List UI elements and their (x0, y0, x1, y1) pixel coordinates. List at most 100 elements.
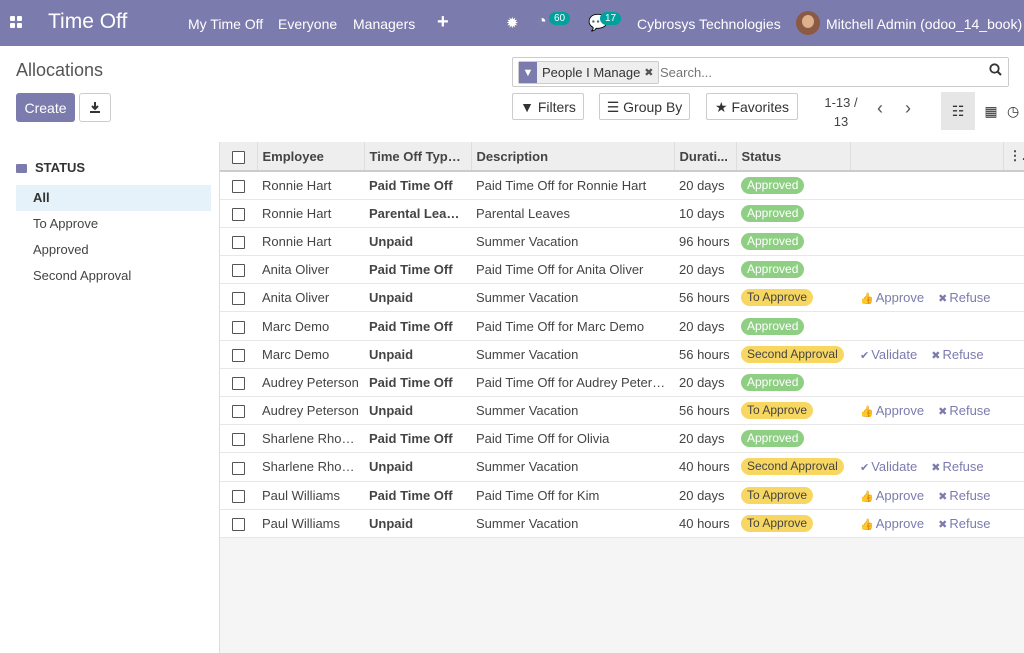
row-select-cell[interactable] (220, 283, 257, 313)
status-cell: Approved (736, 171, 850, 200)
table-row[interactable]: Ronnie Hart Parental Leaves Parental Leave… (220, 199, 1024, 228)
debug-bug-icon[interactable]: ✹ (506, 14, 519, 32)
column-status[interactable]: Status (736, 142, 851, 172)
pager-next-icon[interactable]: › (905, 98, 911, 119)
search-input[interactable] (660, 62, 980, 82)
row-checkbox[interactable] (232, 405, 245, 419)
row-select-cell[interactable] (220, 340, 257, 369)
column-description[interactable]: Description (471, 142, 675, 172)
row-checkbox[interactable] (232, 292, 245, 306)
status-cell: Approved (736, 255, 850, 285)
approve-button[interactable]: 👍 Approve (860, 290, 924, 305)
row-checkbox[interactable] (232, 489, 245, 503)
table-row[interactable]: Marc Demo Unpaid Summer Vacation 56 hours Se… (220, 340, 1024, 369)
apps-menu-icon[interactable] (10, 16, 24, 30)
row-trailing-cell (1003, 481, 1024, 510)
row-checkbox[interactable] (232, 179, 245, 193)
activity-clock-icon[interactable]: ◔ (537, 13, 547, 31)
table-row[interactable]: Paul Williams Unpaid Summer Vacation 40 hou… (220, 509, 1024, 538)
group-by-button[interactable]: ☰ Group By (599, 93, 690, 120)
activity-view-icon[interactable]: ◷ (1007, 92, 1024, 130)
table-row[interactable]: Audrey Peterson Paid Time Off Paid Time Of… (220, 368, 1024, 398)
row-select-cell[interactable] (220, 368, 257, 398)
approve-button[interactable]: 👍 Approve (860, 403, 924, 418)
time-off-type-cell: Paid Time Off (364, 368, 471, 398)
menu-my-time-off[interactable]: My Time Off (188, 16, 263, 32)
time-off-type-cell: Paid Time Off (364, 424, 471, 454)
kanban-view-icon[interactable]: ▦ (974, 92, 1008, 130)
user-menu[interactable]: Mitchell Admin (odoo_14_book) (826, 16, 1022, 32)
row-trailing-cell (1003, 311, 1024, 341)
column-time-off-type[interactable]: Time Off Type... (364, 142, 472, 172)
employee-cell: Anita Oliver (257, 283, 364, 313)
approve-button[interactable]: 👍 Approve (860, 516, 924, 531)
create-button[interactable]: Create (16, 93, 75, 122)
sidebar-item-second-approval[interactable]: Second Approval (16, 263, 211, 289)
select-all-column[interactable] (220, 142, 258, 172)
optional-columns-toggle[interactable]: ⋮ (1003, 142, 1024, 172)
favorites-button[interactable]: ★ Favorites (706, 93, 798, 120)
refuse-button[interactable]: ✖ Refuse (931, 347, 983, 362)
row-select-cell[interactable] (220, 452, 257, 482)
row-checkbox[interactable] (232, 433, 245, 447)
menu-managers[interactable]: Managers (353, 16, 415, 32)
sidebar-item-to-approve[interactable]: To Approve (16, 211, 211, 237)
row-select-cell[interactable] (220, 255, 257, 285)
menu-everyone[interactable]: Everyone (278, 16, 337, 32)
row-checkbox[interactable] (232, 320, 245, 334)
row-select-cell[interactable] (220, 424, 257, 454)
select-all-checkbox[interactable] (231, 150, 245, 164)
table-row[interactable]: Sharlene Rhod... Unpaid Summer Vacation 40 … (220, 452, 1024, 482)
company-switcher[interactable]: Cybrosys Technologies (637, 16, 781, 32)
new-shortcut-plus-icon[interactable]: + (437, 11, 449, 34)
table-row[interactable]: Anita Oliver Paid Time Off Paid Time Off f… (220, 255, 1024, 285)
table-row[interactable]: Ronnie Hart Unpaid Summer Vacation 96 hours… (220, 227, 1024, 257)
close-icon: ✖ (938, 518, 948, 531)
row-select-cell[interactable] (220, 481, 257, 510)
duration-cell: 20 days (674, 424, 736, 454)
refuse-button[interactable]: ✖ Refuse (931, 459, 983, 474)
refuse-button[interactable]: ✖ Refuse (938, 516, 990, 531)
row-select-cell[interactable] (220, 311, 257, 341)
row-select-cell[interactable] (220, 227, 257, 257)
table-row[interactable]: Marc Demo Paid Time Off Paid Time Off for … (220, 311, 1024, 341)
search-icon[interactable] (989, 63, 1002, 79)
status-cell: Approved (736, 424, 850, 454)
row-select-cell[interactable] (220, 509, 257, 538)
row-select-cell[interactable] (220, 171, 257, 200)
row-select-cell[interactable] (220, 199, 257, 228)
table-row[interactable]: Audrey Peterson Unpaid Summer Vacation 56 h… (220, 396, 1024, 426)
pager-previous-icon[interactable]: ‹ (877, 98, 883, 119)
validate-button[interactable]: ✔ Validate (860, 347, 917, 362)
approve-button[interactable]: 👍 Approve (860, 488, 924, 503)
row-checkbox[interactable] (232, 348, 245, 362)
refuse-button[interactable]: ✖ Refuse (938, 488, 990, 503)
row-checkbox[interactable] (232, 461, 245, 475)
row-checkbox[interactable] (232, 517, 245, 531)
user-avatar[interactable] (796, 11, 820, 35)
column-employee[interactable]: Employee (257, 142, 365, 172)
refuse-button[interactable]: ✖ Refuse (938, 403, 990, 418)
sidebar-item-all[interactable]: All (16, 185, 211, 211)
column-duration[interactable]: Durati... (674, 142, 737, 172)
table-row[interactable]: Ronnie Hart Paid Time Off Paid Time Off fo… (220, 171, 1024, 200)
vertical-dots-icon: ⋮ (1008, 148, 1022, 163)
row-checkbox[interactable] (232, 207, 245, 221)
app-title[interactable]: Time Off (48, 10, 127, 34)
table-row[interactable]: Paul Williams Paid Time Off Paid Time Off … (220, 481, 1024, 510)
pager-value[interactable]: 1-13 / 13 (820, 93, 862, 131)
filters-button[interactable]: ▼ Filters (512, 93, 584, 120)
facet-remove-icon[interactable]: ✖ (644, 66, 657, 79)
sidebar-item-approved[interactable]: Approved (16, 237, 211, 263)
row-checkbox[interactable] (232, 376, 245, 390)
table-row[interactable]: Anita Oliver Unpaid Summer Vacation 56 hour… (220, 283, 1024, 313)
row-checkbox[interactable] (232, 236, 245, 249)
table-row[interactable]: Sharlene Rhod... Paid Time Off Paid Time O… (220, 424, 1024, 454)
row-checkbox[interactable] (232, 264, 245, 278)
validate-button[interactable]: ✔ Validate (860, 459, 917, 474)
row-trailing-cell (1003, 509, 1024, 538)
row-select-cell[interactable] (220, 396, 257, 426)
refuse-button[interactable]: ✖ Refuse (938, 290, 990, 305)
download-button[interactable] (79, 93, 111, 122)
list-view-icon[interactable]: ☷ (941, 92, 975, 130)
